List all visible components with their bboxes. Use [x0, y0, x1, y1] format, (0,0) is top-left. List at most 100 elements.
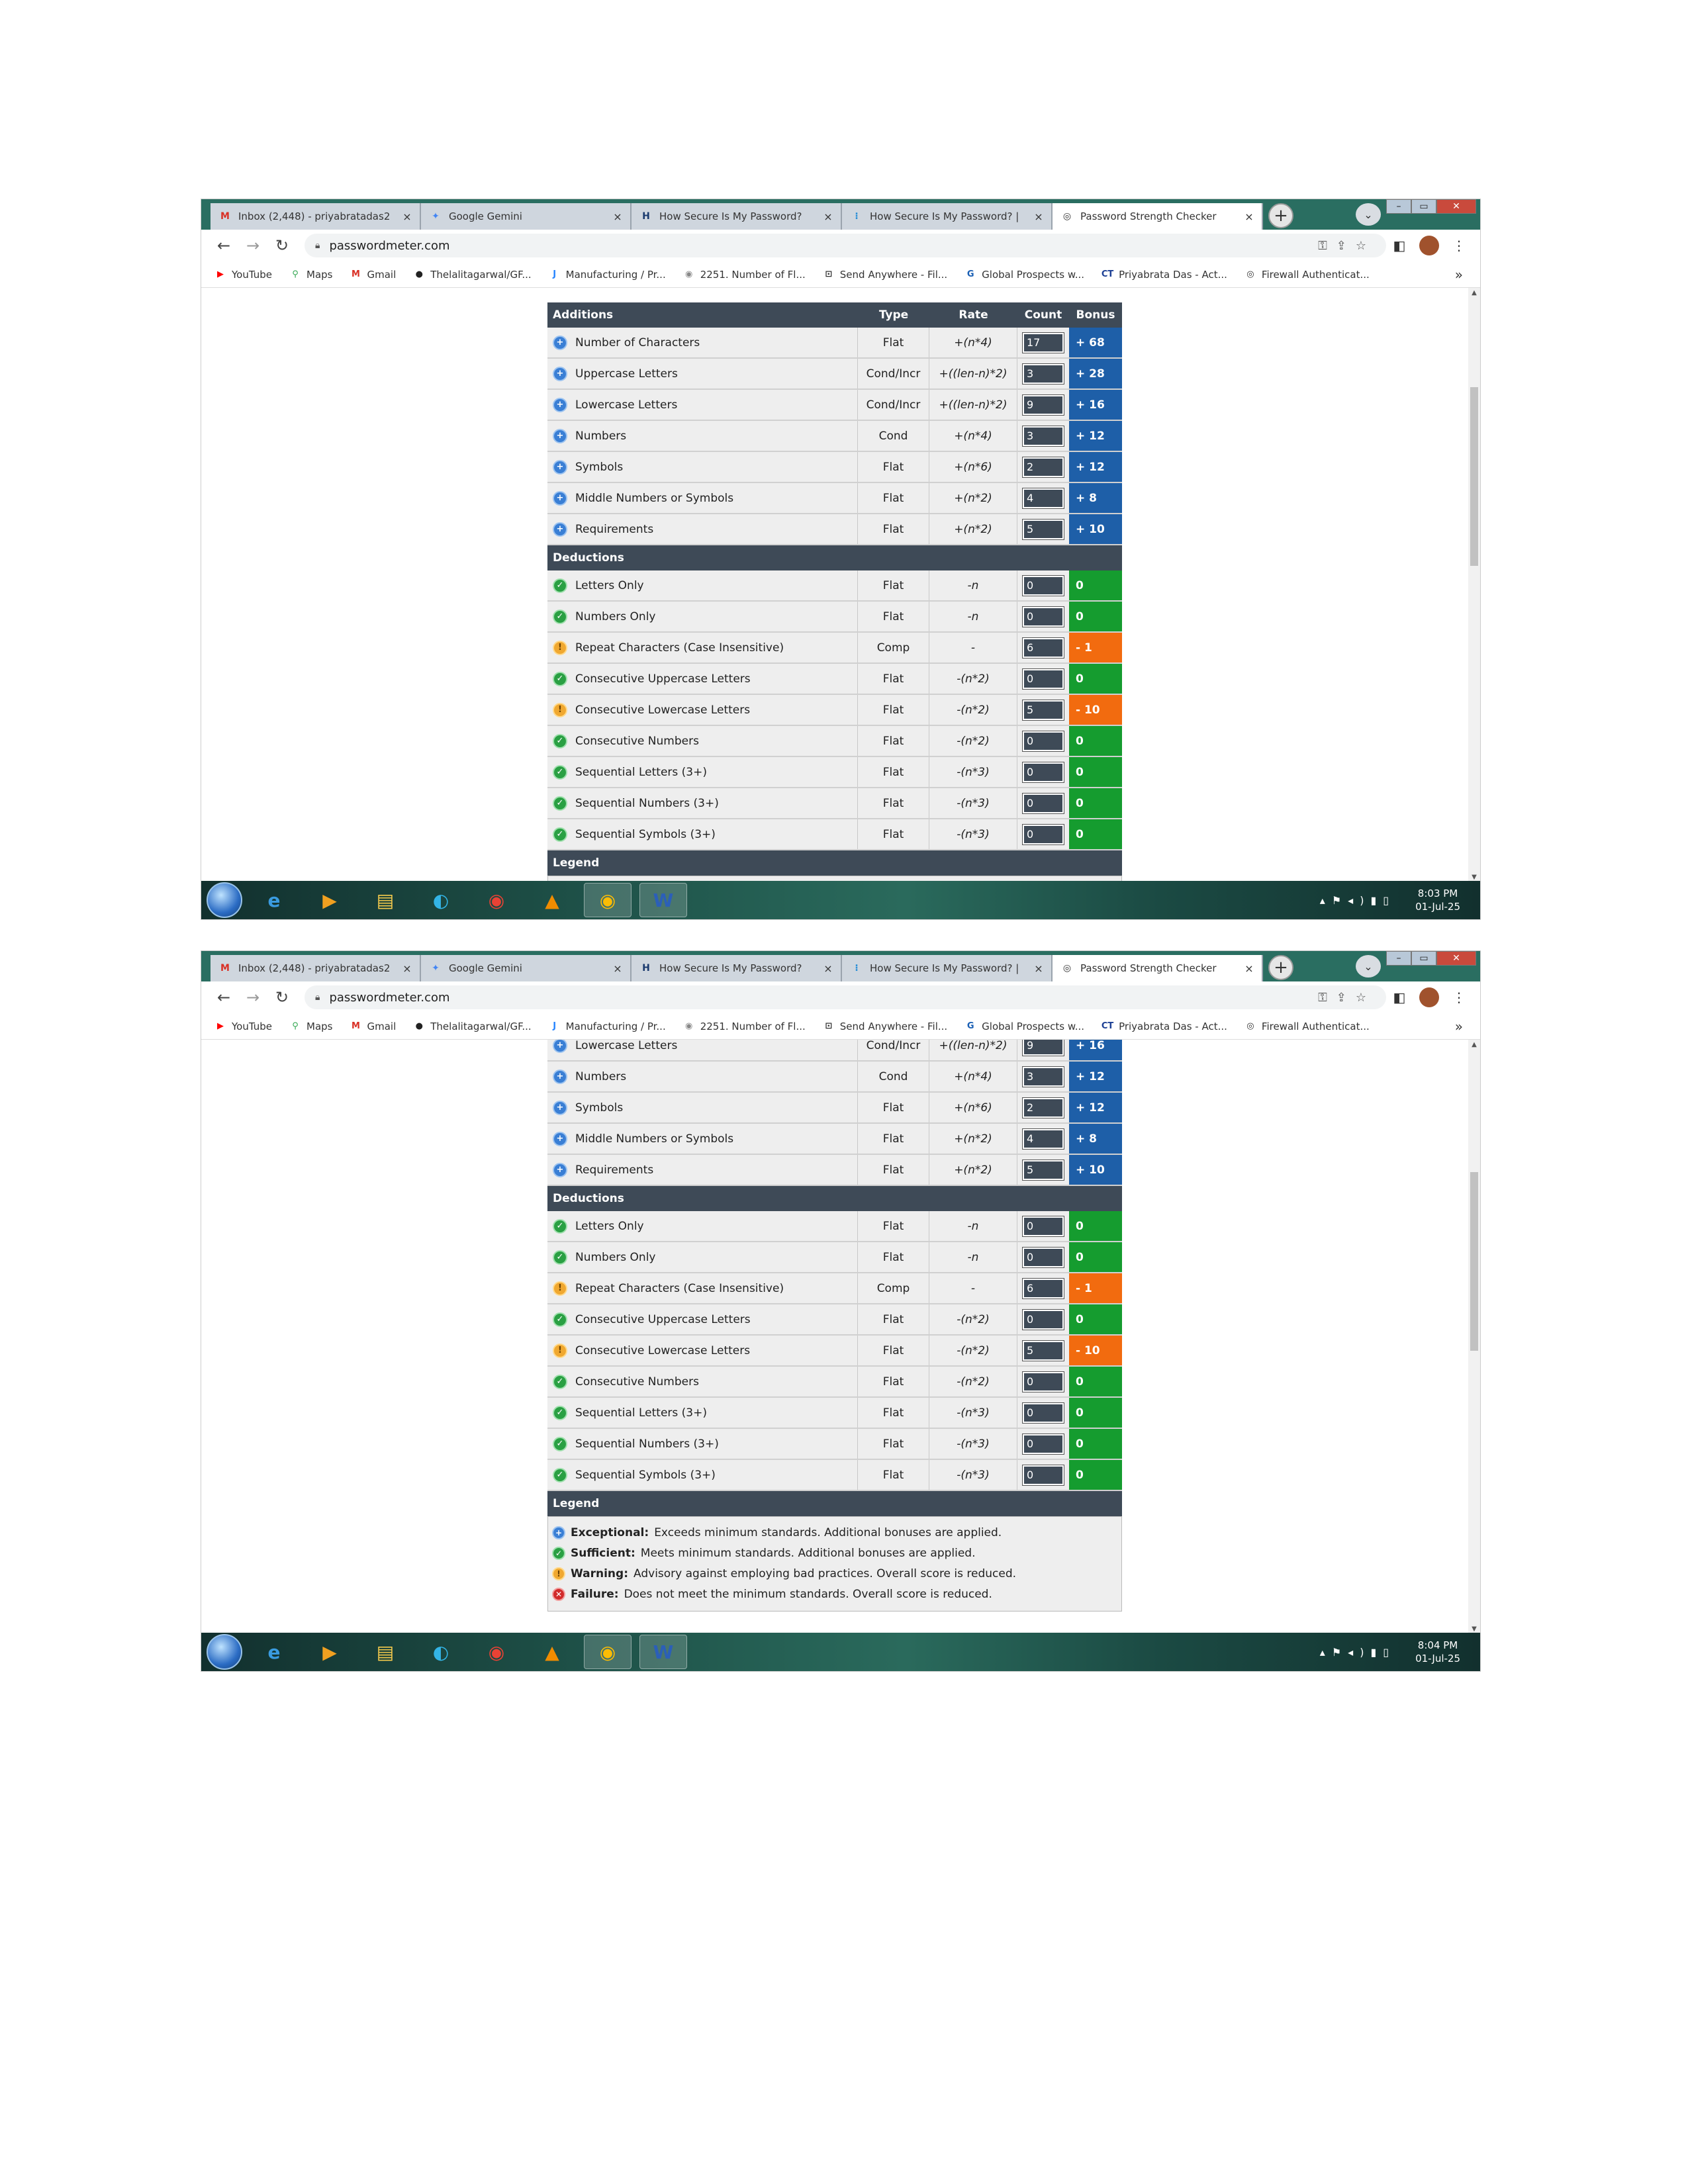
start-button[interactable] [207, 882, 242, 918]
tab-3[interactable]: H How Secure Is My Password? × [632, 203, 842, 230]
scroll-up-icon[interactable]: ▲ [1468, 289, 1480, 296]
close-window-button[interactable]: ✕ [1436, 199, 1476, 214]
tab-close-icon[interactable]: × [401, 210, 413, 223]
edge-icon[interactable]: ◐ [417, 1635, 465, 1669]
media-player-icon[interactable]: ▶ [306, 1635, 353, 1669]
maximize-button[interactable]: ▭ [1411, 951, 1436, 966]
scrollbar-thumb[interactable] [1470, 387, 1478, 566]
new-tab-button[interactable]: + [1268, 203, 1293, 228]
scroll-down-icon[interactable]: ▼ [1468, 1625, 1480, 1633]
bookmark-item[interactable]: CT Priyabrata Das - Act... [1102, 269, 1227, 281]
lock-icon[interactable]: 🔒︎ [315, 240, 320, 251]
chrome-active-icon[interactable]: ◉ [584, 883, 632, 917]
bookmark-item[interactable]: G Global Prospects w... [964, 269, 1084, 281]
tab-5[interactable]: ◎ Password Strength Checker × [1053, 955, 1263, 981]
bookmark-item[interactable]: G Global Prospects w... [964, 1021, 1084, 1032]
media-player-icon[interactable]: ▶ [306, 883, 353, 917]
menu-kebab-icon[interactable]: ⋮ [1446, 989, 1472, 1005]
tab-close-icon[interactable]: × [1033, 962, 1045, 975]
bookmark-item[interactable]: ▶ YouTube [214, 269, 272, 281]
tray-icons[interactable]: ▴⚑◂)▮▯ [1320, 1646, 1395, 1659]
tab-2[interactable]: ✦ Google Gemini × [421, 955, 632, 981]
chrome-icon[interactable]: ◉ [473, 883, 520, 917]
file-explorer-icon[interactable]: ▤ [361, 1635, 409, 1669]
url-input[interactable]: 🔒︎ passwordmeter.com ⚿⇪☆ [305, 234, 1386, 257]
bookmark-item[interactable]: ◎ Firewall Authenticat... [1244, 269, 1370, 281]
tab-search-dropdown-icon[interactable]: ⌄ [1356, 203, 1381, 226]
vlc-icon[interactable]: ▲ [528, 1635, 576, 1669]
ie-icon[interactable]: e [250, 883, 298, 917]
scroll-up-icon[interactable]: ▲ [1468, 1041, 1480, 1048]
side-panel-icon[interactable]: ◧ [1386, 238, 1413, 253]
file-explorer-icon[interactable]: ▤ [361, 883, 409, 917]
tab-close-icon[interactable]: × [1033, 210, 1045, 223]
bookmarks-overflow-icon[interactable]: » [1455, 1019, 1463, 1034]
bookmark-item[interactable]: ◉ 2251. Number of Fl... [683, 269, 806, 281]
profile-avatar[interactable] [1419, 987, 1439, 1007]
bookmark-item[interactable]: ◉ 2251. Number of Fl... [683, 1021, 806, 1032]
scroll-down-icon[interactable]: ▼ [1468, 874, 1480, 881]
tab-4[interactable]: ⁝ How Secure Is My Password? | × [842, 955, 1053, 981]
tab-close-icon[interactable]: × [401, 962, 413, 975]
minimize-button[interactable]: – [1386, 951, 1411, 966]
clock[interactable]: 8:04 PM 01-Jul-25 [1415, 1639, 1460, 1665]
back-arrow-icon[interactable]: ← [209, 988, 238, 1007]
side-panel-icon[interactable]: ◧ [1386, 989, 1413, 1005]
bookmark-item[interactable]: J Manufacturing / Pr... [549, 1021, 666, 1032]
edge-icon[interactable]: ◐ [417, 883, 465, 917]
clock[interactable]: 8:03 PM 01-Jul-25 [1415, 887, 1460, 913]
chrome-active-icon[interactable]: ◉ [584, 1635, 632, 1669]
tab-search-dropdown-icon[interactable]: ⌄ [1356, 955, 1381, 978]
tab-close-icon[interactable]: × [1243, 210, 1255, 223]
bookmark-item[interactable]: CT Priyabrata Das - Act... [1102, 1021, 1227, 1032]
new-tab-button[interactable]: + [1268, 955, 1293, 980]
bookmark-item[interactable]: ⊡ Send Anywhere - Fil... [823, 269, 947, 281]
profile-avatar[interactable] [1419, 236, 1439, 255]
tab-close-icon[interactable]: × [822, 210, 834, 223]
tab-3[interactable]: H How Secure Is My Password? × [632, 955, 842, 981]
bookmark-item[interactable]: ● Thelalitagarwal/GF... [413, 269, 532, 281]
tab-close-icon[interactable]: × [612, 962, 624, 975]
tab-4[interactable]: ⁝ How Secure Is My Password? | × [842, 203, 1053, 230]
vertical-scrollbar[interactable]: ▲ ▼ [1468, 288, 1480, 882]
tab-5[interactable]: ◎ Password Strength Checker × [1053, 203, 1263, 230]
omnibox-action-icons[interactable]: ⚿⇪☆ [1318, 991, 1376, 1005]
scrollbar-thumb[interactable] [1470, 1172, 1478, 1351]
bookmark-item[interactable]: ⚲ Maps [289, 1021, 332, 1032]
minimize-button[interactable]: – [1386, 199, 1411, 214]
word-icon[interactable]: W [639, 1635, 687, 1669]
tab-2[interactable]: ✦ Google Gemini × [421, 203, 632, 230]
tray-icons[interactable]: ▴⚑◂)▮▯ [1320, 894, 1395, 907]
omnibox-action-icons[interactable]: ⚿⇪☆ [1318, 239, 1376, 253]
tab-close-icon[interactable]: × [612, 210, 624, 223]
tab-1[interactable]: M Inbox (2,448) - priyabratadas2 × [211, 203, 421, 230]
close-window-button[interactable]: ✕ [1436, 951, 1476, 966]
ie-icon[interactable]: e [250, 1635, 298, 1669]
chrome-icon[interactable]: ◉ [473, 1635, 520, 1669]
start-button[interactable] [207, 1634, 242, 1670]
tab-1[interactable]: M Inbox (2,448) - priyabratadas2 × [211, 955, 421, 981]
bookmark-item[interactable]: ◎ Firewall Authenticat... [1244, 1021, 1370, 1032]
forward-arrow-icon[interactable]: → [238, 988, 267, 1007]
back-arrow-icon[interactable]: ← [209, 236, 238, 255]
bookmark-item[interactable]: ▶ YouTube [214, 1021, 272, 1032]
bookmark-item[interactable]: M Gmail [350, 1021, 396, 1032]
bookmark-item[interactable]: ⚲ Maps [289, 269, 332, 281]
bookmark-item[interactable]: M Gmail [350, 269, 396, 281]
vertical-scrollbar[interactable]: ▲ ▼ [1468, 1040, 1480, 1634]
maximize-button[interactable]: ▭ [1411, 199, 1436, 214]
word-icon[interactable]: W [639, 883, 687, 917]
reload-icon[interactable]: ↻ [267, 236, 297, 255]
lock-icon[interactable]: 🔒︎ [315, 992, 320, 1003]
url-input[interactable]: 🔒︎ passwordmeter.com ⚿⇪☆ [305, 985, 1386, 1009]
menu-kebab-icon[interactable]: ⋮ [1446, 238, 1472, 253]
tab-close-icon[interactable]: × [1243, 962, 1255, 975]
tab-close-icon[interactable]: × [822, 962, 834, 975]
bookmarks-overflow-icon[interactable]: » [1455, 267, 1463, 283]
bookmark-item[interactable]: ● Thelalitagarwal/GF... [413, 1021, 532, 1032]
vlc-icon[interactable]: ▲ [528, 883, 576, 917]
bookmark-item[interactable]: J Manufacturing / Pr... [549, 269, 666, 281]
bookmark-item[interactable]: ⊡ Send Anywhere - Fil... [823, 1021, 947, 1032]
forward-arrow-icon[interactable]: → [238, 236, 267, 255]
reload-icon[interactable]: ↻ [267, 988, 297, 1007]
